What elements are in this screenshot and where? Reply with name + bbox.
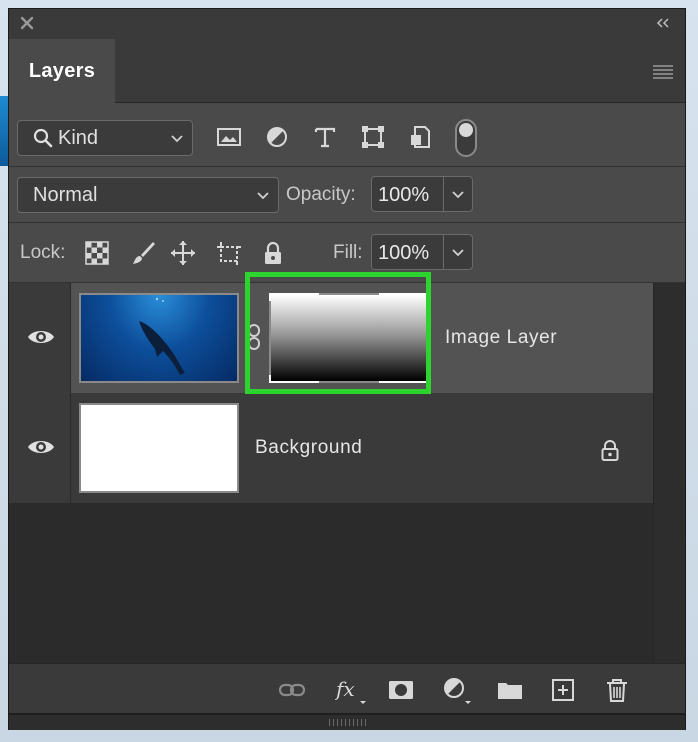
layer-mask-thumbnail[interactable] — [269, 293, 429, 383]
image-filter-icon[interactable] — [215, 123, 243, 151]
visibility-cell[interactable] — [9, 283, 71, 393]
layer-thumbnail[interactable] — [79, 293, 239, 383]
chevron-down-icon — [257, 192, 269, 200]
adjustment-filter-icon[interactable] — [263, 123, 291, 151]
link-layers-icon[interactable] — [278, 676, 306, 704]
chevron-down-icon — [171, 135, 183, 143]
fill-field[interactable]: 100% — [371, 234, 473, 270]
blend-mode-value: Normal — [33, 183, 98, 206]
panel-titlebar — [9, 9, 685, 39]
mask-frame-top-right — [379, 293, 429, 301]
opacity-divider — [443, 177, 444, 211]
new-layer-icon[interactable] — [549, 676, 577, 704]
filter-row: Kind — [9, 103, 685, 167]
eye-icon[interactable] — [27, 327, 55, 347]
new-group-icon[interactable] — [496, 676, 524, 704]
fill-divider — [443, 235, 444, 269]
svg-text:fx: fx — [335, 677, 355, 701]
lock-icon[interactable] — [599, 439, 621, 461]
opacity-field[interactable]: 100% — [371, 176, 473, 212]
lock-artboard-icon[interactable] — [215, 239, 243, 267]
shape-filter-icon[interactable] — [359, 123, 387, 151]
tab-layers-label: Layers — [28, 59, 96, 82]
fill-value[interactable]: 100% — [378, 242, 429, 265]
fill-dropdown-icon[interactable] — [451, 245, 465, 259]
filter-kind-label: Kind — [58, 126, 99, 149]
eye-icon[interactable] — [27, 437, 55, 457]
layers-list: Image Layer Background — [9, 283, 685, 663]
mask-link-icon[interactable] — [247, 323, 261, 351]
panel-footer: fx — [9, 663, 685, 713]
blend-mode-select[interactable]: Normal — [17, 177, 279, 213]
opacity-label: Opacity: — [286, 184, 356, 205]
lock-label: Lock: — [20, 242, 66, 263]
lock-brush-icon[interactable] — [129, 239, 157, 267]
opacity-value[interactable]: 100% — [378, 184, 429, 207]
mask-frame-top-left — [269, 293, 319, 301]
lock-row: Lock: Fill: 100% — [9, 223, 685, 283]
fill-label: Fill: — [333, 242, 363, 263]
blend-row: Normal Opacity: 100% — [9, 167, 685, 223]
type-filter-icon[interactable] — [311, 123, 339, 151]
close-icon[interactable] — [19, 15, 35, 31]
collapse-icon[interactable] — [655, 16, 671, 30]
layer-row-image-layer[interactable]: Image Layer — [9, 283, 654, 393]
layer-name[interactable]: Background — [255, 437, 362, 459]
resize-grip[interactable] — [329, 719, 369, 726]
mask-frame-bottom-right — [379, 375, 429, 383]
smart-object-filter-icon[interactable] — [407, 123, 435, 151]
layers-scrollbar[interactable] — [653, 283, 685, 663]
layer-thumbnail[interactable] — [79, 403, 239, 493]
panel-tabbar: Layers — [9, 39, 685, 103]
filter-kind-select[interactable]: Kind — [17, 120, 193, 156]
layer-row-background[interactable]: Background — [9, 393, 654, 503]
add-mask-icon[interactable] — [387, 676, 415, 704]
panel-menu-icon[interactable] — [653, 65, 673, 79]
mask-frame-bottom-left — [269, 375, 319, 383]
resize-strip[interactable] — [9, 713, 685, 730]
delete-icon[interactable] — [603, 676, 631, 704]
visibility-cell[interactable] — [9, 393, 71, 503]
opacity-dropdown-icon[interactable] — [451, 187, 465, 201]
layers-panel: Layers Kind Normal Opacity: 100% Lock: F… — [8, 8, 686, 730]
lock-move-icon[interactable] — [169, 239, 197, 267]
search-icon — [33, 128, 53, 148]
fx-icon[interactable]: fx — [335, 676, 369, 704]
whale-image — [139, 297, 185, 375]
new-adjustment-icon[interactable] — [441, 676, 475, 704]
layer-body[interactable]: Background — [71, 393, 654, 503]
lock-transparent-icon[interactable] — [83, 239, 111, 267]
tab-layers[interactable]: Layers — [9, 39, 115, 103]
layer-body[interactable]: Image Layer — [71, 283, 654, 393]
filter-toggle[interactable] — [455, 119, 477, 157]
layer-name[interactable]: Image Layer — [445, 327, 557, 349]
lock-all-icon[interactable] — [259, 239, 287, 267]
